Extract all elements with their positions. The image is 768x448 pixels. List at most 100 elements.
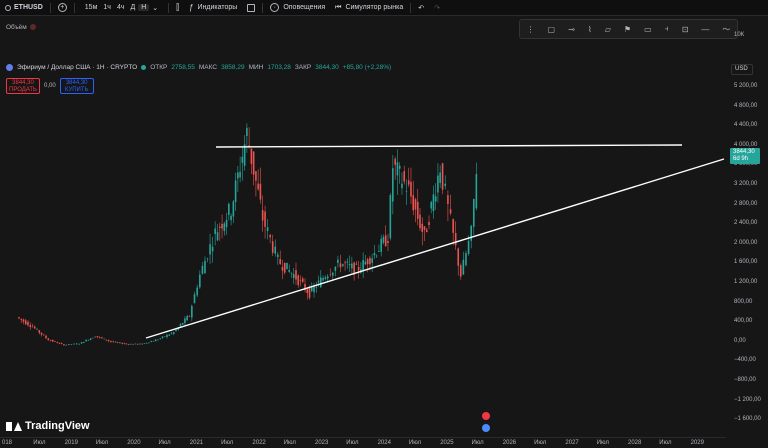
redo-icon: ↷ bbox=[434, 4, 441, 12]
candle-body bbox=[430, 202, 433, 209]
timeframe-15m[interactable]: 15м bbox=[82, 4, 101, 11]
candle-body bbox=[186, 316, 188, 321]
alarm-clock-icon: · bbox=[270, 3, 280, 12]
price-axis-label: 1 600,00 bbox=[734, 259, 758, 266]
price-axis[interactable]: 10К 5 200,00 4 800,00 4 400,00 4 000,00 3 60… bbox=[726, 17, 768, 437]
time-axis-label: Июл bbox=[659, 440, 672, 446]
candle-body bbox=[161, 336, 164, 338]
candle-body bbox=[132, 344, 135, 345]
alerts-button[interactable]: · Оповещения bbox=[265, 0, 330, 16]
tradingview-logo[interactable]: TradingView bbox=[6, 420, 90, 432]
candle-body bbox=[119, 342, 121, 344]
replay-button[interactable]: ⏮ Симулятор рынка bbox=[330, 0, 408, 16]
candle-body bbox=[396, 162, 399, 176]
candle-body bbox=[157, 339, 159, 341]
candle-body bbox=[51, 339, 54, 342]
undo-button[interactable]: ↶ bbox=[413, 0, 429, 16]
candle-body bbox=[80, 342, 83, 344]
support-trendline[interactable] bbox=[145, 158, 725, 339]
timeframe-4h[interactable]: 4ч bbox=[114, 4, 128, 11]
candle-body bbox=[271, 241, 274, 253]
resistance-line[interactable] bbox=[215, 144, 683, 148]
indicators-label: Индикаторы bbox=[197, 4, 238, 11]
events-markers bbox=[482, 412, 490, 436]
candle-body bbox=[317, 280, 320, 283]
candle-body bbox=[412, 195, 415, 211]
price-axis-label: 4 800,00 bbox=[734, 102, 758, 109]
candle-body bbox=[332, 272, 334, 276]
candle-body bbox=[54, 341, 56, 342]
candle-body bbox=[444, 183, 447, 186]
candle-body bbox=[447, 195, 449, 204]
candle-body bbox=[163, 336, 166, 338]
compare-button[interactable]: + bbox=[53, 0, 72, 16]
candle-body bbox=[27, 321, 29, 326]
price-axis-label: −1 600,00 bbox=[734, 416, 761, 423]
time-axis-label: Июл bbox=[33, 440, 46, 446]
candle-body bbox=[110, 340, 112, 342]
candle-body bbox=[261, 210, 264, 221]
chevron-down-icon[interactable]: ⌄ bbox=[149, 4, 161, 12]
candle-body bbox=[42, 334, 45, 336]
candle-body bbox=[428, 221, 430, 226]
candle-body bbox=[78, 343, 81, 345]
timeframe-1d[interactable]: Д bbox=[127, 4, 138, 11]
candle-body bbox=[241, 156, 244, 163]
candle-body bbox=[423, 226, 426, 230]
candle-body bbox=[334, 266, 337, 271]
time-axis[interactable]: 018 Июл 2019 Июл 2020 Июл 2021 Июл 2022 Июл 2023 Ию… bbox=[0, 437, 726, 448]
candle-body bbox=[193, 294, 196, 304]
event-marker-icon[interactable] bbox=[482, 412, 490, 420]
price-chart[interactable] bbox=[0, 17, 726, 437]
economic-event-icon[interactable] bbox=[482, 424, 490, 432]
alerts-label: Оповещения bbox=[283, 4, 326, 11]
price-axis-top-label: 10К bbox=[734, 32, 745, 38]
candle-body bbox=[98, 336, 101, 338]
candle-body bbox=[45, 335, 47, 339]
candle-body bbox=[175, 329, 177, 332]
candle-body bbox=[398, 165, 401, 169]
candle-body bbox=[89, 338, 92, 340]
candle-body bbox=[96, 336, 99, 338]
candle-body bbox=[121, 343, 123, 344]
candle-body bbox=[150, 341, 153, 343]
candle-body bbox=[101, 337, 103, 339]
candle-body bbox=[470, 225, 472, 241]
candle-body bbox=[421, 223, 424, 232]
price-axis-label: 2 000,00 bbox=[734, 239, 758, 246]
candle-body bbox=[324, 277, 327, 279]
logo-text: TradingView bbox=[25, 420, 90, 432]
candle-body bbox=[201, 266, 204, 274]
candle-body bbox=[286, 262, 288, 270]
candle-body bbox=[342, 264, 344, 267]
redo-button[interactable]: ↷ bbox=[429, 0, 445, 16]
chart-type-button[interactable]: ⫿ bbox=[171, 0, 184, 16]
candle-body bbox=[378, 251, 380, 252]
candle-body bbox=[22, 319, 25, 322]
candle-body bbox=[199, 274, 201, 288]
replay-icon: ⏮ bbox=[335, 3, 342, 11]
time-axis-label: 2023 bbox=[315, 440, 329, 446]
price-axis-label: −800,00 bbox=[734, 377, 756, 383]
candle-body bbox=[103, 338, 105, 340]
timeframe-1h[interactable]: 1ч bbox=[100, 4, 114, 11]
candle-body bbox=[252, 151, 255, 175]
candle-body bbox=[214, 228, 216, 235]
candle-body bbox=[322, 278, 324, 281]
price-axis-label: 0,00 bbox=[734, 337, 746, 344]
indicators-button[interactable]: ƒ Индикаторы bbox=[184, 0, 242, 16]
layouts-button[interactable] bbox=[242, 0, 260, 16]
candle-body bbox=[313, 286, 315, 293]
time-axis-label: 2029 bbox=[690, 440, 704, 446]
currency-selector[interactable]: USD bbox=[731, 64, 753, 75]
candle-body bbox=[437, 175, 439, 193]
grid-icon bbox=[247, 3, 256, 12]
symbol-search[interactable]: ETHUSD bbox=[0, 0, 48, 16]
candle-body bbox=[392, 168, 394, 202]
time-axis-label: 2028 bbox=[628, 440, 642, 446]
candle-body bbox=[259, 183, 262, 200]
timeframe-1w[interactable]: Н bbox=[138, 4, 150, 11]
candle-body bbox=[94, 336, 96, 338]
time-axis-label: 2020 bbox=[127, 440, 141, 446]
time-axis-label: 2027 bbox=[565, 440, 579, 446]
